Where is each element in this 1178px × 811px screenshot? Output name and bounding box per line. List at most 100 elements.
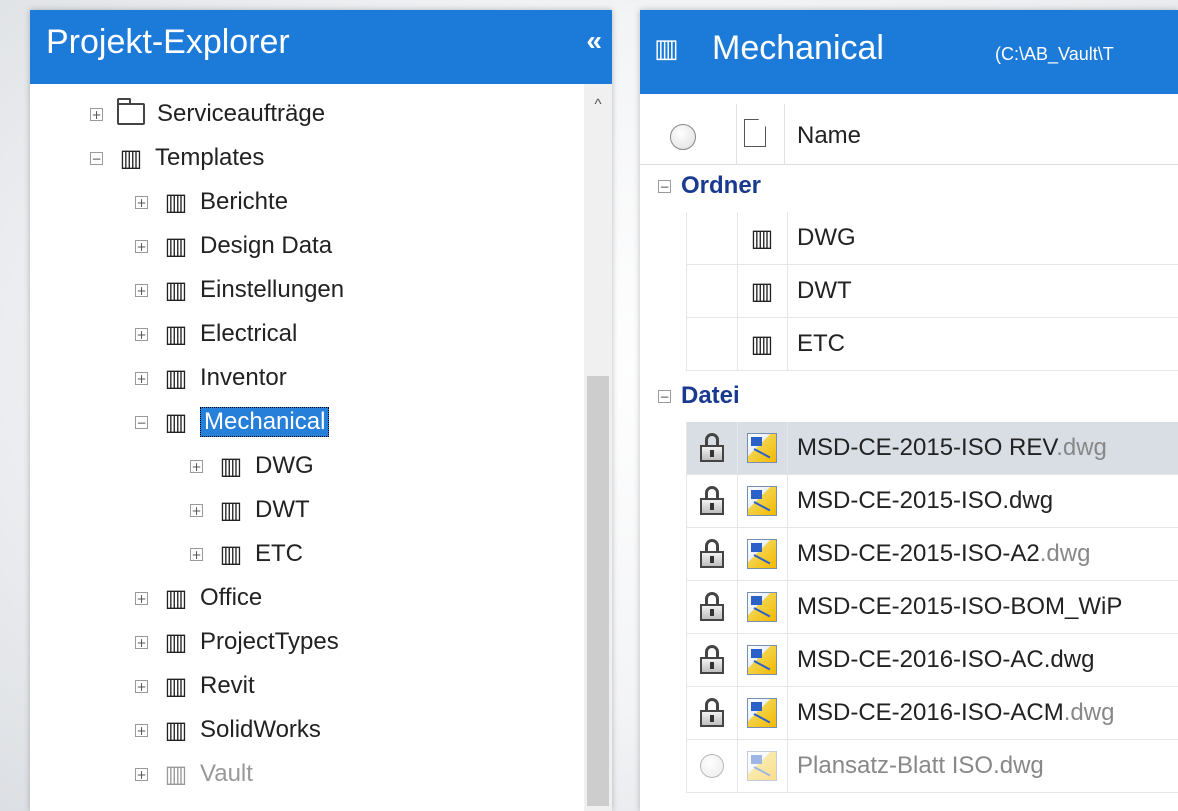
tree-node-vault[interactable]: + ▥ Vault [135,754,253,794]
expand-toggle-icon[interactable]: + [135,239,148,253]
tree-node-dwg[interactable]: + ▥ DWG [190,446,314,486]
type-cell: ▥ [737,212,788,264]
expand-toggle-icon[interactable]: + [135,591,148,605]
content-header: ▥ Mechanical (C:\AB_Vault\T [640,10,1178,94]
file-row[interactable]: MSD-CE-2015-ISO REV.dwg [686,422,1178,475]
file-name: MSD-CE-2015-ISO-BOM_WiP [797,593,1123,620]
type-cell [737,687,788,739]
file-row[interactable]: MSD-CE-2015-ISO-BOM_WiP [686,581,1178,634]
status-cell [687,634,738,686]
expand-toggle-icon[interactable]: + [135,283,148,297]
collapse-toggle-icon[interactable]: − [658,389,671,403]
tree-node-berichte[interactable]: + ▥ Berichte [135,182,288,222]
expand-toggle-icon[interactable]: + [135,723,148,737]
group-datei[interactable]: − Datei [640,376,1178,416]
expand-toggle-icon[interactable]: + [135,635,148,649]
dwg-file-icon [747,592,777,622]
status-cell [687,265,738,317]
tree-node-electrical[interactable]: + ▥ Electrical [135,314,297,354]
vault-folder-icon: ▥ [164,408,188,436]
column-header-name[interactable]: Name [797,122,861,150]
file-row[interactable]: MSD-CE-2015-ISO.dwg [686,475,1178,528]
tree-node-etc[interactable]: + ▥ ETC [190,534,303,574]
vault-folder-icon: ▥ [164,276,188,304]
tree-node-inventor[interactable]: + ▥ Inventor [135,358,287,398]
tree-node-templates[interactable]: − ▥ Templates [90,138,264,178]
folder-tree: + Serviceaufträge − ▥ Templates + ▥ Beri… [30,84,584,811]
tree-node-label: Berichte [200,188,289,215]
folder-path: (C:\AB_Vault\T [995,44,1114,64]
status-empty-icon [700,754,724,778]
expand-toggle-icon[interactable]: + [135,371,148,385]
tree-node-mechanical[interactable]: − ▥ Mechanical [135,402,330,442]
expand-toggle-icon[interactable]: + [190,503,203,517]
collapse-toggle-icon[interactable]: − [90,151,103,165]
column-divider[interactable] [784,104,785,164]
tree-scrollbar[interactable]: ^ [584,84,612,811]
folder-row-dwt[interactable]: ▥ DWT [686,265,1178,318]
expand-toggle-icon[interactable]: + [135,679,148,693]
expand-toggle-icon[interactable]: + [135,195,148,209]
file-row[interactable]: MSD-CE-2016-ISO-AC.dwg [686,634,1178,687]
project-explorer-panel: Projekt-Explorer « + Serviceaufträge − ▥… [30,10,612,811]
tree-node-label: SolidWorks [200,716,321,743]
vault-folder-icon: ▥ [219,452,243,480]
tree-node-label: Revit [200,672,255,699]
status-column-icon[interactable] [670,124,696,150]
tree-node-label: Einstellungen [200,276,345,303]
collapse-toggle-icon[interactable]: − [658,179,671,193]
column-header-row: Name [640,104,1178,165]
collapse-panel-icon[interactable]: « [586,25,602,57]
type-cell [737,528,788,580]
file-row[interactable]: MSD-CE-2016-ISO-ACM.dwg [686,687,1178,740]
type-cell: ▥ [737,318,788,370]
tree-node-label: Electrical [200,320,298,347]
lock-icon [700,539,724,569]
group-ordner[interactable]: − Ordner [640,166,1178,206]
expand-toggle-icon[interactable]: + [190,459,203,473]
tree-node-projecttypes[interactable]: + ▥ ProjectTypes [135,622,339,662]
file-name: Plansatz-Blatt ISO.dwg [797,752,1044,779]
tree-node-einstellungen[interactable]: + ▥ Einstellungen [135,270,344,310]
expand-toggle-icon[interactable]: + [135,767,148,781]
file-type-column-icon[interactable] [744,119,766,147]
dwg-file-icon [747,433,777,463]
expand-toggle-icon[interactable]: + [90,107,103,121]
vault-folder-icon: ▥ [750,277,774,305]
folder-row-etc[interactable]: ▥ ETC [686,318,1178,371]
file-row[interactable]: MSD-CE-2015-ISO-A2.dwg [686,528,1178,581]
status-cell [687,422,738,474]
folder-content-panel: ▥ Mechanical (C:\AB_Vault\T Name − Ordne… [640,10,1178,811]
type-cell: ▥ [737,265,788,317]
expand-toggle-icon[interactable]: + [190,547,203,561]
vault-folder-icon: ▥ [219,540,243,568]
dwg-file-icon [747,751,777,781]
tree-node-dwt[interactable]: + ▥ DWT [190,490,310,530]
explorer-header: Projekt-Explorer « [30,10,612,84]
folder-row-dwg[interactable]: ▥ DWG [686,212,1178,265]
collapse-toggle-icon[interactable]: − [135,415,148,429]
status-cell [687,581,738,633]
column-divider[interactable] [736,104,737,164]
row-name: DWG [797,224,856,251]
file-name: MSD-CE-2015-ISO.dwg [797,487,1054,514]
tree-node-label: Serviceaufträge [157,100,326,127]
tree-node-serviceauftraege[interactable]: + Serviceaufträge [90,94,325,134]
vault-folder-icon: ▥ [119,144,143,172]
dwg-file-icon [747,645,777,675]
tree-node-office[interactable]: + ▥ Office [135,578,262,618]
tree-node-design-data[interactable]: + ▥ Design Data [135,226,332,266]
status-cell [687,528,738,580]
group-label: Ordner [681,172,762,199]
tree-node-label: Design Data [200,232,333,259]
tree-node-solidworks[interactable]: + ▥ SolidWorks [135,710,321,750]
expand-toggle-icon[interactable]: + [135,327,148,341]
vault-folder-icon: ▥ [164,232,188,260]
scrollbar-thumb[interactable] [587,376,609,806]
status-cell [687,318,738,370]
type-cell [737,634,788,686]
tree-node-revit[interactable]: + ▥ Revit [135,666,255,706]
scroll-up-icon[interactable]: ^ [584,96,612,113]
file-row[interactable]: Plansatz-Blatt ISO.dwg [686,740,1178,793]
tree-node-label: DWG [255,452,314,479]
